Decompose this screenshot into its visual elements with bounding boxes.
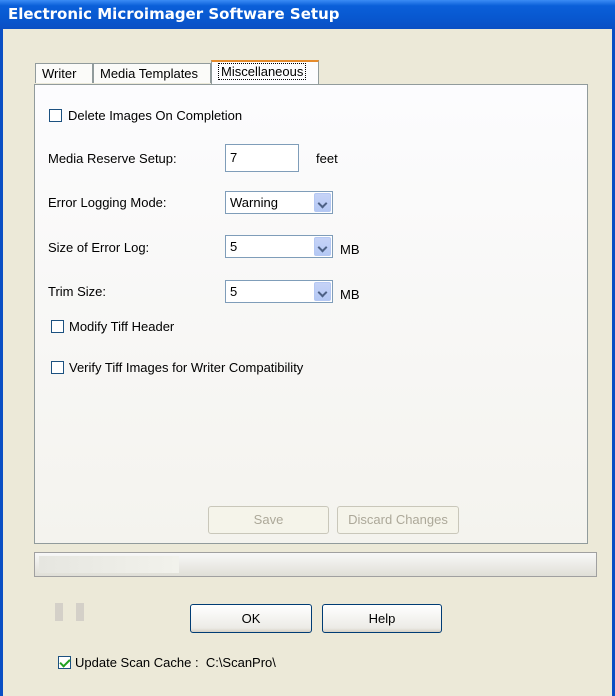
media-reserve-unit: feet	[316, 151, 338, 166]
trim-size-label: Trim Size:	[48, 284, 107, 299]
miscellaneous-panel: Delete Images On Completion Media Reserv…	[34, 84, 588, 544]
error-log-size-value: 5	[230, 239, 238, 254]
media-reserve-label: Media Reserve Setup:	[48, 151, 177, 166]
trim-size-select[interactable]: 5	[225, 280, 333, 303]
delete-images-checkbox[interactable]	[49, 109, 62, 122]
verify-tiff-checkbox[interactable]	[51, 361, 64, 374]
tab-media-templates[interactable]: Media Templates	[93, 63, 211, 83]
update-scan-cache-label: Update Scan Cache : C:\ScanPro\	[75, 655, 276, 670]
trim-size-unit: MB	[340, 287, 360, 302]
chevron-down-icon[interactable]	[314, 282, 331, 301]
tab-writer[interactable]: Writer	[35, 63, 93, 83]
status-bar	[34, 552, 597, 577]
error-logging-value: Warning	[230, 195, 278, 210]
media-reserve-input[interactable]: 7	[225, 144, 299, 172]
scan-cache-path: C:\ScanPro\	[205, 655, 276, 670]
error-log-size-select[interactable]: 5	[225, 235, 333, 258]
error-log-size-label: Size of Error Log:	[48, 240, 150, 255]
indicator-bar-left	[55, 603, 63, 621]
indicator-bar-right	[76, 603, 84, 621]
status-pane	[39, 556, 179, 573]
error-logging-label: Error Logging Mode:	[48, 195, 167, 210]
tab-miscellaneous[interactable]: Miscellaneous	[211, 60, 319, 85]
chevron-down-icon[interactable]	[314, 193, 331, 212]
help-button[interactable]: Help	[322, 604, 442, 633]
save-button[interactable]: Save	[208, 506, 329, 534]
trim-size-value: 5	[230, 284, 238, 299]
discard-changes-button[interactable]: Discard Changes	[337, 506, 459, 534]
error-logging-select[interactable]: Warning	[225, 191, 333, 214]
verify-tiff-label: Verify Tiff Images for Writer Compatibil…	[69, 360, 304, 375]
update-scan-cache-checkbox[interactable]	[58, 656, 71, 669]
modify-tiff-checkbox[interactable]	[51, 320, 64, 333]
delete-images-label: Delete Images On Completion	[68, 108, 243, 123]
window-title: Electronic Microimager Software Setup	[0, 0, 615, 29]
modify-tiff-label: Modify Tiff Header	[69, 319, 175, 334]
error-log-size-unit: MB	[340, 242, 360, 257]
chevron-down-icon[interactable]	[314, 237, 331, 256]
window-frame-left	[0, 29, 3, 696]
ok-button[interactable]: OK	[190, 604, 312, 633]
